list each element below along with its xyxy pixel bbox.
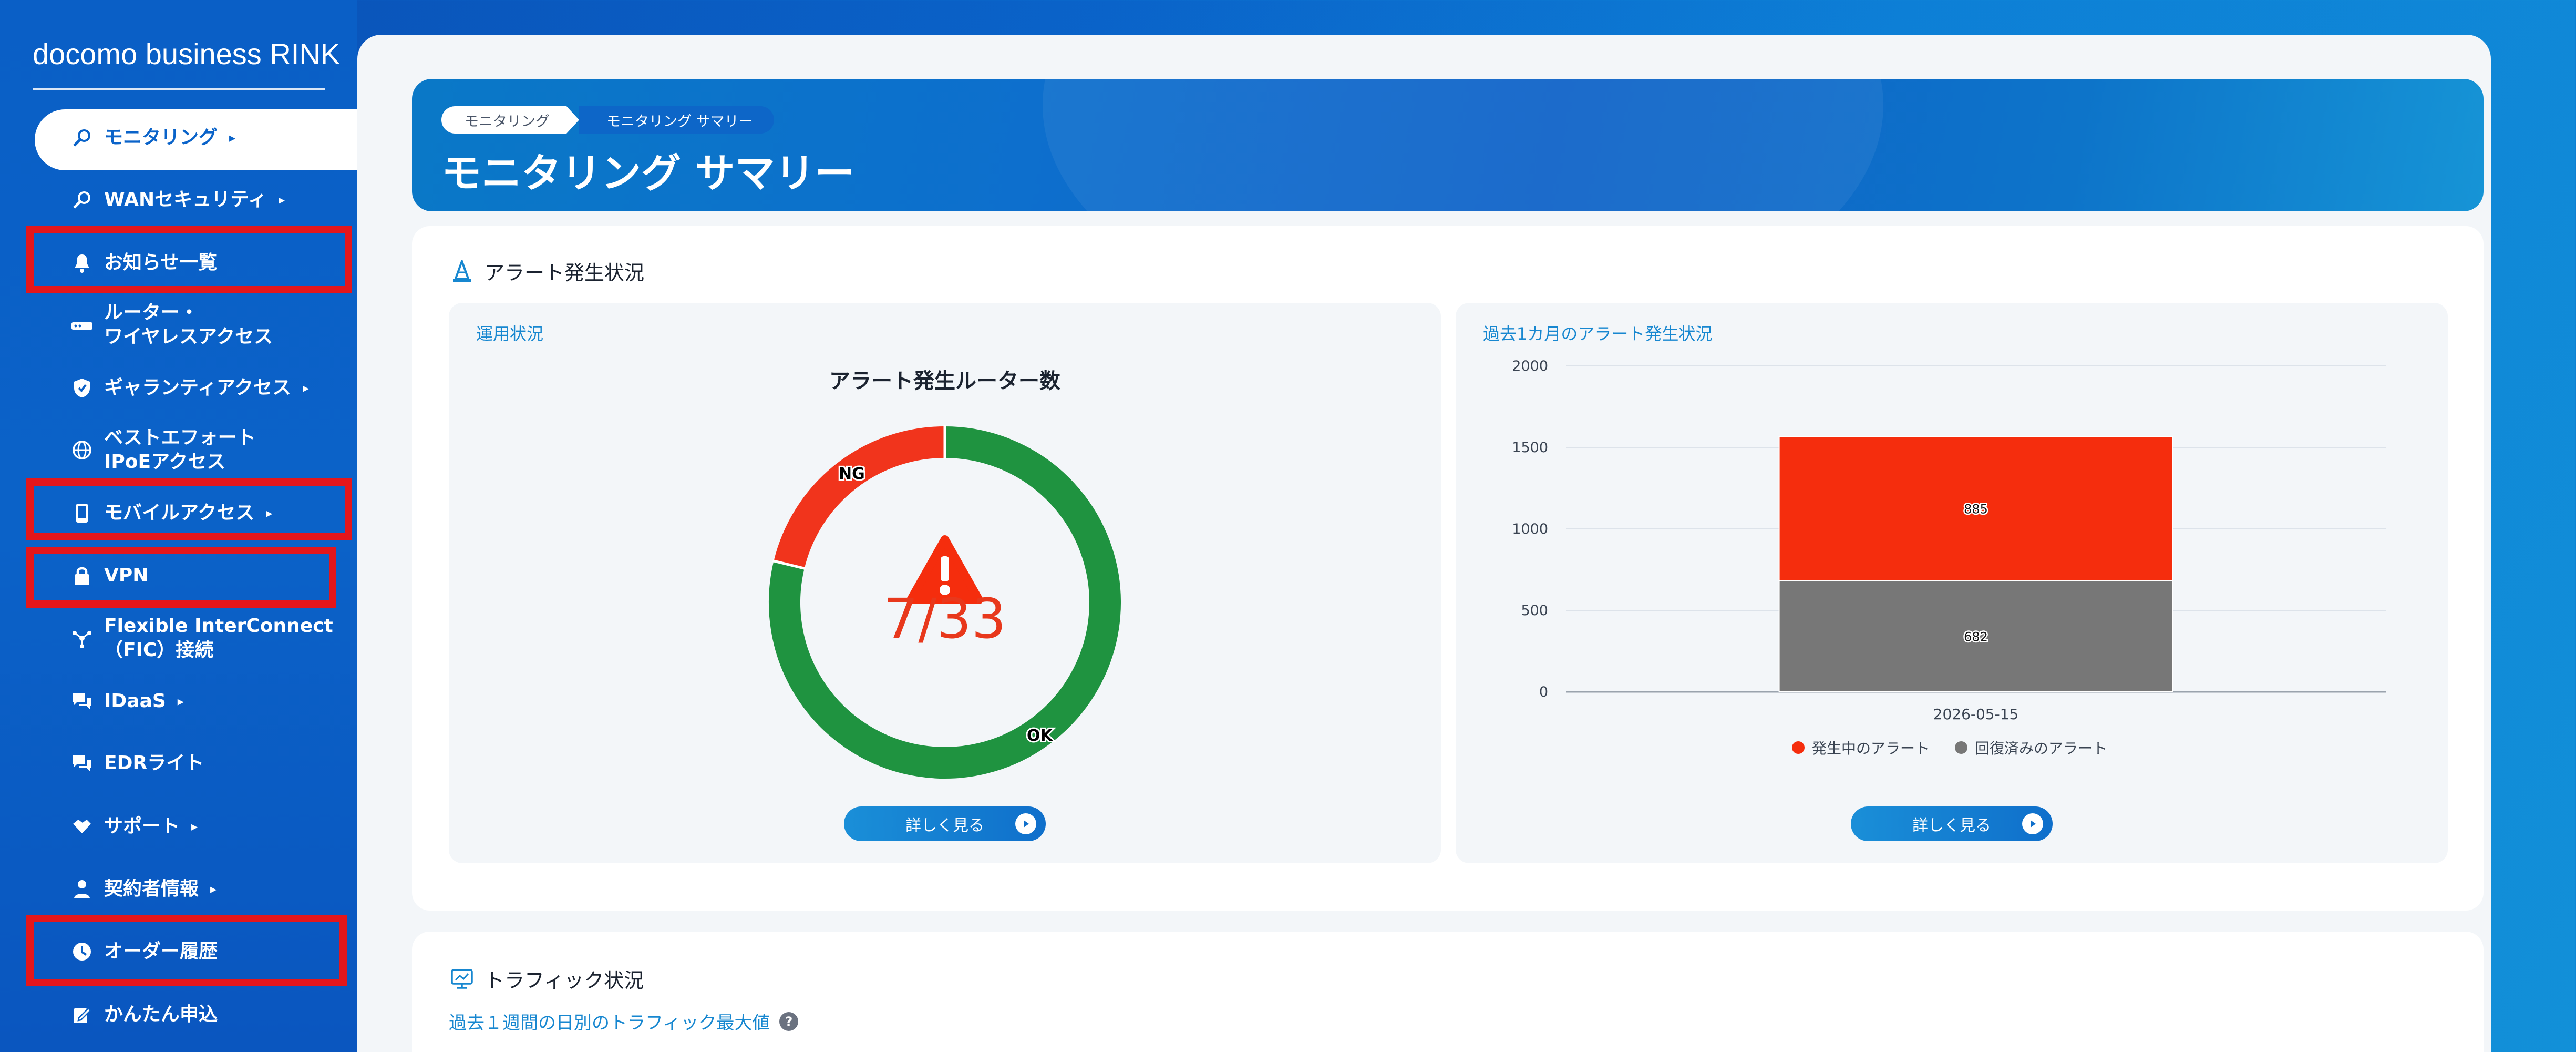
help-icon[interactable]: ? (779, 1012, 799, 1031)
alert-section-header: アラート発生状況 (449, 257, 644, 285)
sidebar-item-easy-application[interactable]: かんたん申込 (0, 1003, 357, 1027)
sidebar-item-label: ギャランティアクセス (104, 377, 292, 399)
status-details-button[interactable]: 詳しく見る (844, 806, 1046, 841)
main-content: モニタリング モニタリング サマリー モニタリング サマリー アラート発生状況 … (357, 35, 2491, 1052)
ng-slice-label: NG (839, 465, 865, 483)
globe-icon (67, 435, 97, 465)
legend-dot-active (1792, 741, 1805, 754)
play-icon (1015, 813, 1036, 834)
chat-icon (67, 749, 97, 778)
page-header-banner: モニタリング モニタリング サマリー モニタリング サマリー (412, 79, 2484, 211)
operation-status-panel: 運用状況 アラート発生ルーター数 NG OK 7/33 詳しく見る (449, 303, 1441, 863)
sidebar-item-best-effort-ipoe[interactable]: ベストエフォート IPoEアクセス (0, 426, 357, 474)
alert-section-title: アラート発生状況 (485, 261, 645, 284)
sidebar-item-label: モニタリング (104, 127, 218, 148)
legend-recovered-alert: 回復済みのアラート (1975, 740, 2108, 757)
sidebar-item-label-line2: （FIC）接続 (104, 639, 214, 661)
router-icon (67, 310, 97, 340)
breadcrumb-monitoring[interactable]: モニタリング (441, 106, 579, 134)
alert-router-ratio: 7/33 (883, 587, 1006, 651)
expand-arrow-icon: ▸ (191, 819, 198, 834)
sidebar-item-monitoring[interactable]: モニタリング ▸ (0, 126, 357, 150)
highlight-box-2 (26, 478, 352, 540)
sidebar-item-idaas[interactable]: IDaaS ▸ (0, 689, 357, 713)
sidebar-item-router-wireless-access[interactable]: ルーター・ワイヤレスアクセス (0, 301, 357, 349)
donut-chart-title: アラート発生ルーター数 (829, 369, 1060, 393)
status-details-label: 詳しく見る (905, 816, 984, 835)
chat-icon (67, 687, 97, 716)
sidebar-item-label-line1: ルーター・ (104, 302, 199, 323)
traffic-subtitle-row: 過去１週間の日別のトラフィック最大値 ? (449, 1008, 799, 1034)
sidebar-item-label: サポート (104, 815, 180, 837)
traffic-section-title: トラフィック状況 (485, 969, 644, 992)
traffic-section-header: トラフィック状況 (449, 964, 644, 993)
shield-icon (67, 373, 97, 403)
brand-divider (33, 88, 325, 90)
x-tick-label: 2026-05-15 (1933, 706, 2019, 723)
y-tick-label: 500 (1521, 602, 1548, 619)
history-details-label: 詳しく見る (1912, 816, 1991, 835)
expand-arrow-icon: ▸ (278, 192, 285, 207)
sidebar-item-label: ルーター・ワイヤレスアクセス (104, 301, 273, 349)
sidebar-item-label-line1: ベストエフォート (104, 427, 256, 448)
sidebar-item-label-line2: ワイヤレスアクセス (104, 326, 273, 348)
ok-slice-label: OK (1027, 727, 1054, 745)
sidebar-item-label-line2: IPoEアクセス (104, 451, 226, 473)
expand-arrow-icon: ▸ (229, 130, 236, 145)
legend-active-alert: 発生中のアラート (1812, 740, 1930, 757)
sidebar-item-label: WANセキュリティ (104, 189, 267, 210)
alert-history-title: 過去1カ月のアラート発生状況 (1483, 324, 1713, 344)
brand-logo: docomo business RINK (33, 37, 341, 70)
sidebar-item-label: 契約者情報 (104, 878, 199, 900)
y-tick-label: 1000 (1512, 521, 1548, 537)
cone-icon (449, 258, 475, 284)
play-icon (2022, 813, 2043, 834)
y-tick-label: 0 (1539, 684, 1548, 700)
sidebar-item-label: ベストエフォート IPoEアクセス (104, 426, 256, 474)
highlight-box-1 (26, 226, 352, 293)
sidebar-item-support[interactable]: サポート ▸ (0, 814, 357, 839)
sidebar-item-label: Flexible InterConnect （FIC）接続 (104, 614, 333, 662)
history-details-button[interactable]: 詳しく見る (1851, 806, 2053, 841)
sidebar-item-contractor-info[interactable]: 契約者情報 ▸ (0, 877, 357, 901)
sidebar-item-guaranteed-access[interactable]: ギャランティアクセス ▸ (0, 376, 357, 400)
breadcrumb-summary: モニタリング サマリー (579, 106, 774, 134)
operation-status-title: 運用状況 (476, 324, 544, 344)
highlight-box-4 (26, 915, 347, 986)
network-icon (67, 624, 97, 653)
banner-decoration (1043, 79, 1883, 211)
bar-data-label: 885 (1964, 502, 1988, 516)
alert-status-card: アラート発生状況 運用状況 アラート発生ルーター数 NG OK 7/33 詳しく… (412, 226, 2484, 911)
sidebar-item-wan-security[interactable]: WANセキュリティ ▸ (0, 188, 357, 212)
alert-history-bar-chart: 0 500 1000 1500 2000 682 885 2026-05-15 (1512, 358, 2386, 723)
sidebar-item-label-line1: Flexible InterConnect (104, 615, 333, 637)
handshake-icon (67, 812, 97, 841)
highlight-box-3 (26, 547, 336, 608)
page-title: モニタリング サマリー (441, 150, 855, 197)
sidebar-item-edr-lite[interactable]: EDRライト (0, 751, 357, 775)
sidebar-item-label: IDaaS (104, 690, 166, 712)
donut-slice-ng (774, 426, 945, 569)
monitor-search-icon (67, 123, 97, 152)
sidebar-item-fic-connection[interactable]: Flexible InterConnect （FIC）接続 (0, 614, 357, 662)
legend-dot-recovered (1955, 741, 1968, 754)
bar-data-label: 682 (1964, 629, 1988, 644)
expand-arrow-icon: ▸ (210, 882, 217, 896)
expand-arrow-icon: ▸ (303, 381, 310, 395)
bar-chart-legend: 発生中のアラート 回復済みのアラート (1792, 737, 2107, 758)
y-tick-label: 1500 (1512, 440, 1548, 456)
expand-arrow-icon: ▸ (177, 694, 184, 709)
y-tick-label: 2000 (1512, 358, 1548, 374)
person-icon (67, 874, 97, 904)
traffic-subtitle: 過去１週間の日別のトラフィック最大値 (449, 1013, 770, 1034)
alert-history-panel: 過去1カ月のアラート発生状況 0 500 1000 1500 2000 682 885 202… (1456, 303, 2448, 863)
traffic-status-card: トラフィック状況 過去１週間の日別のトラフィック最大値 ? (412, 932, 2484, 1052)
search-icon (67, 185, 97, 215)
sidebar-item-label: かんたん申込 (104, 1004, 218, 1025)
edit-icon (67, 1000, 97, 1029)
sidebar-item-label: EDRライト (104, 752, 204, 774)
monitor-chart-icon (449, 966, 475, 992)
